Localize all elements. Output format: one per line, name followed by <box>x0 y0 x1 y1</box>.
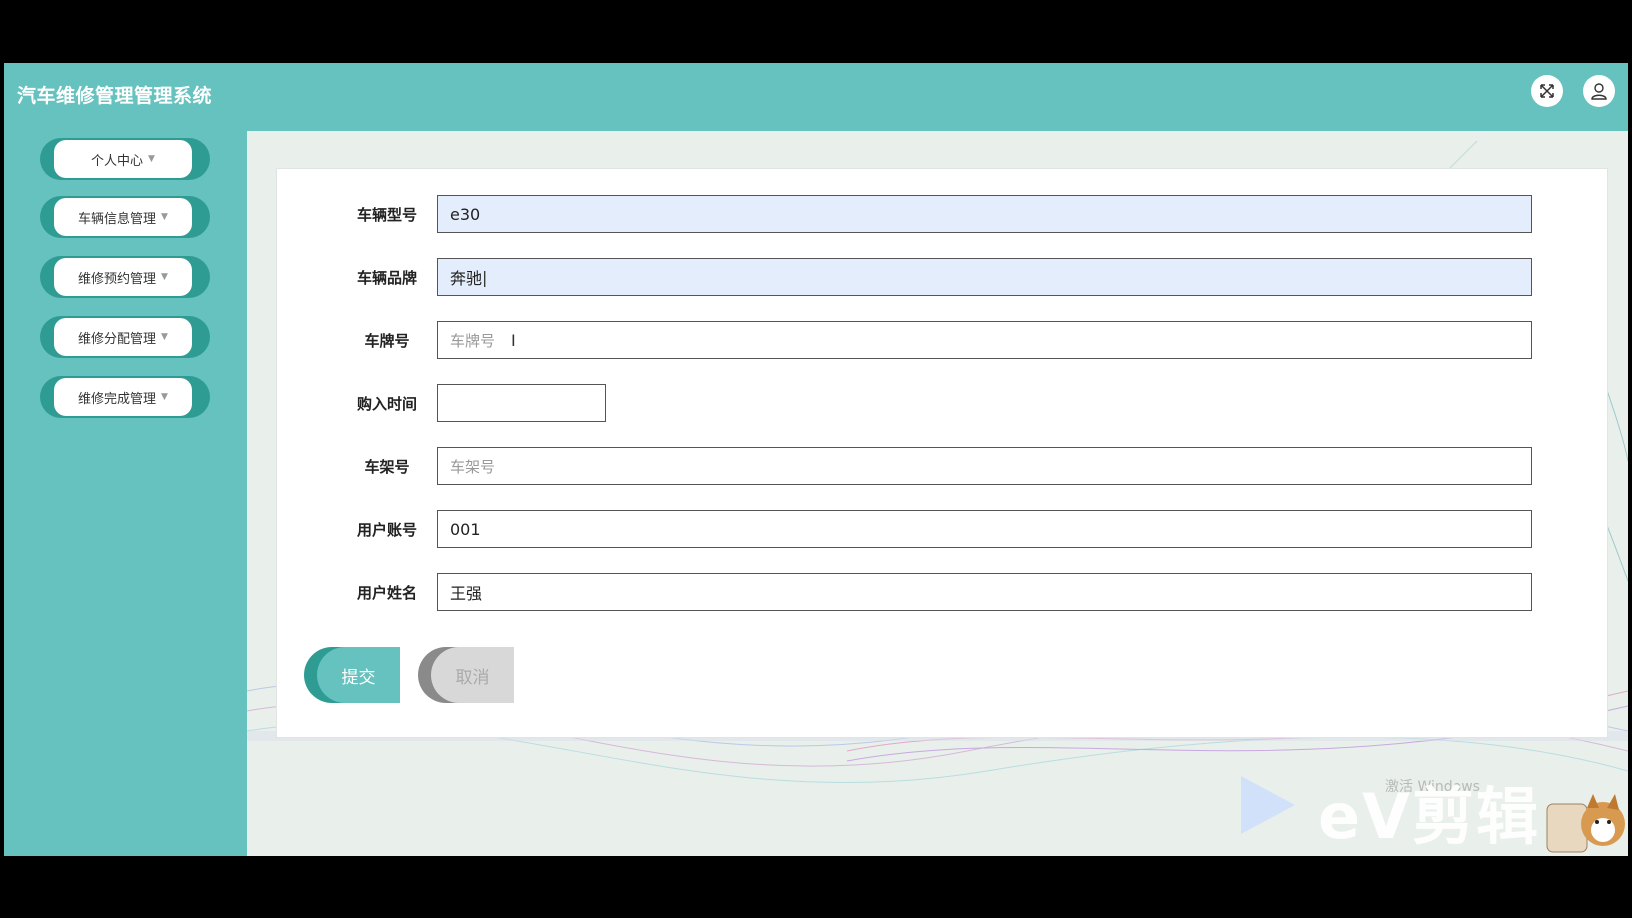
vehicle-form-card: 车辆型号 e30 车辆品牌 奔驰 | 车牌号 车牌号 I 购入时间 车架号 车架… <box>276 168 1608 738</box>
form-label: 车辆品牌 <box>356 269 417 287</box>
purchase-date-input[interactable] <box>437 384 606 422</box>
sidebar-item-vehicle-info[interactable]: 车辆信息管理 ▼ <box>40 196 210 238</box>
form-row-user-name: 用户姓名 王强 <box>277 573 1607 611</box>
sidebar-item-pill: 维修分配管理 ▼ <box>54 318 192 356</box>
sidebar-item-pill: 个人中心 ▼ <box>54 140 192 178</box>
vehicle-model-input[interactable]: e30 <box>437 195 1532 233</box>
caret-down-icon: ▼ <box>161 212 168 222</box>
cancel-button-label: 取消 <box>431 647 514 703</box>
text-cursor-icon: I <box>511 330 516 350</box>
sidebar-item-pill: 维修完成管理 ▼ <box>54 378 192 416</box>
vin-input[interactable]: 车架号 <box>437 447 1532 485</box>
caret-down-icon: ▼ <box>161 392 168 402</box>
submit-button-label: 提交 <box>317 647 400 703</box>
sidebar: 个人中心 ▼ 车辆信息管理 ▼ 维修预约管理 ▼ 维修分配管理 ▼ 维修完成管理 <box>4 131 247 856</box>
sidebar-item-pill: 维修预约管理 ▼ <box>54 258 192 296</box>
user-account-input[interactable]: 001 <box>437 510 1532 548</box>
form-label: 购入时间 <box>356 395 417 413</box>
input-value: 奔驰 <box>450 269 483 288</box>
caret-down-icon: ▼ <box>148 154 155 164</box>
form-row-vin: 车架号 车架号 <box>277 447 1607 485</box>
form-row-license-plate: 车牌号 车牌号 I <box>277 321 1607 359</box>
video-watermark: eV剪辑 <box>1318 780 1541 853</box>
input-placeholder: 车牌号 <box>450 331 496 350</box>
sidebar-item-personal-center[interactable]: 个人中心 ▼ <box>40 138 210 180</box>
fullscreen-button[interactable] <box>1531 75 1563 107</box>
caret-down-icon: ▼ <box>161 272 168 282</box>
license-plate-input[interactable]: 车牌号 I <box>437 321 1532 359</box>
form-label: 车架号 <box>364 458 410 476</box>
sidebar-item-label: 个人中心 <box>91 153 144 169</box>
input-value: 001 <box>450 519 481 539</box>
sidebar-item-label: 维修预约管理 <box>78 271 157 287</box>
form-row-purchase-date: 购入时间 <box>277 384 1607 422</box>
user-icon <box>1591 83 1607 100</box>
form-row-user-account: 用户账号 001 <box>277 510 1607 548</box>
top-bar: 汽车维修管理管理系统 <box>4 63 1628 131</box>
dog-mascot-icon <box>1546 794 1625 853</box>
form-row-vehicle-brand: 车辆品牌 奔驰 | <box>277 258 1607 296</box>
input-placeholder: 车架号 <box>450 457 496 476</box>
form-label: 车牌号 <box>364 332 410 350</box>
submit-button[interactable]: 提交 <box>304 647 400 703</box>
form-row-vehicle-model: 车辆型号 e30 <box>277 195 1607 233</box>
vehicle-brand-input[interactable]: 奔驰 | <box>437 258 1532 296</box>
app-title: 汽车维修管理管理系统 <box>17 85 213 107</box>
play-logo-icon <box>1241 776 1295 834</box>
user-name-input[interactable]: 王强 <box>437 573 1532 611</box>
form-label: 车辆型号 <box>356 206 417 224</box>
user-menu-button[interactable] <box>1583 75 1615 107</box>
text-caret: | <box>482 267 488 287</box>
fullscreen-icon <box>1540 84 1554 98</box>
sidebar-item-repair-completion[interactable]: 维修完成管理 ▼ <box>40 376 210 418</box>
sidebar-item-pill: 车辆信息管理 ▼ <box>54 198 192 236</box>
sidebar-item-label: 车辆信息管理 <box>78 211 157 227</box>
app-window: 汽车维修管理管理系统 个人中心 ▼ 车辆信息管理 ▼ 维修预约管理 ▼ 维修分配… <box>4 63 1628 856</box>
input-value: e30 <box>450 204 481 224</box>
form-label: 用户姓名 <box>356 584 417 602</box>
input-value: 王强 <box>450 584 483 603</box>
sidebar-item-repair-assignment[interactable]: 维修分配管理 ▼ <box>40 316 210 358</box>
sidebar-item-label: 维修分配管理 <box>78 331 157 347</box>
sidebar-item-repair-booking[interactable]: 维修预约管理 ▼ <box>40 256 210 298</box>
caret-down-icon: ▼ <box>161 332 168 342</box>
main-content: 车辆型号 e30 车辆品牌 奔驰 | 车牌号 车牌号 I 购入时间 车架号 车架… <box>247 131 1628 856</box>
cancel-button[interactable]: 取消 <box>418 647 514 703</box>
sidebar-item-label: 维修完成管理 <box>78 391 157 407</box>
form-label: 用户账号 <box>356 521 417 539</box>
